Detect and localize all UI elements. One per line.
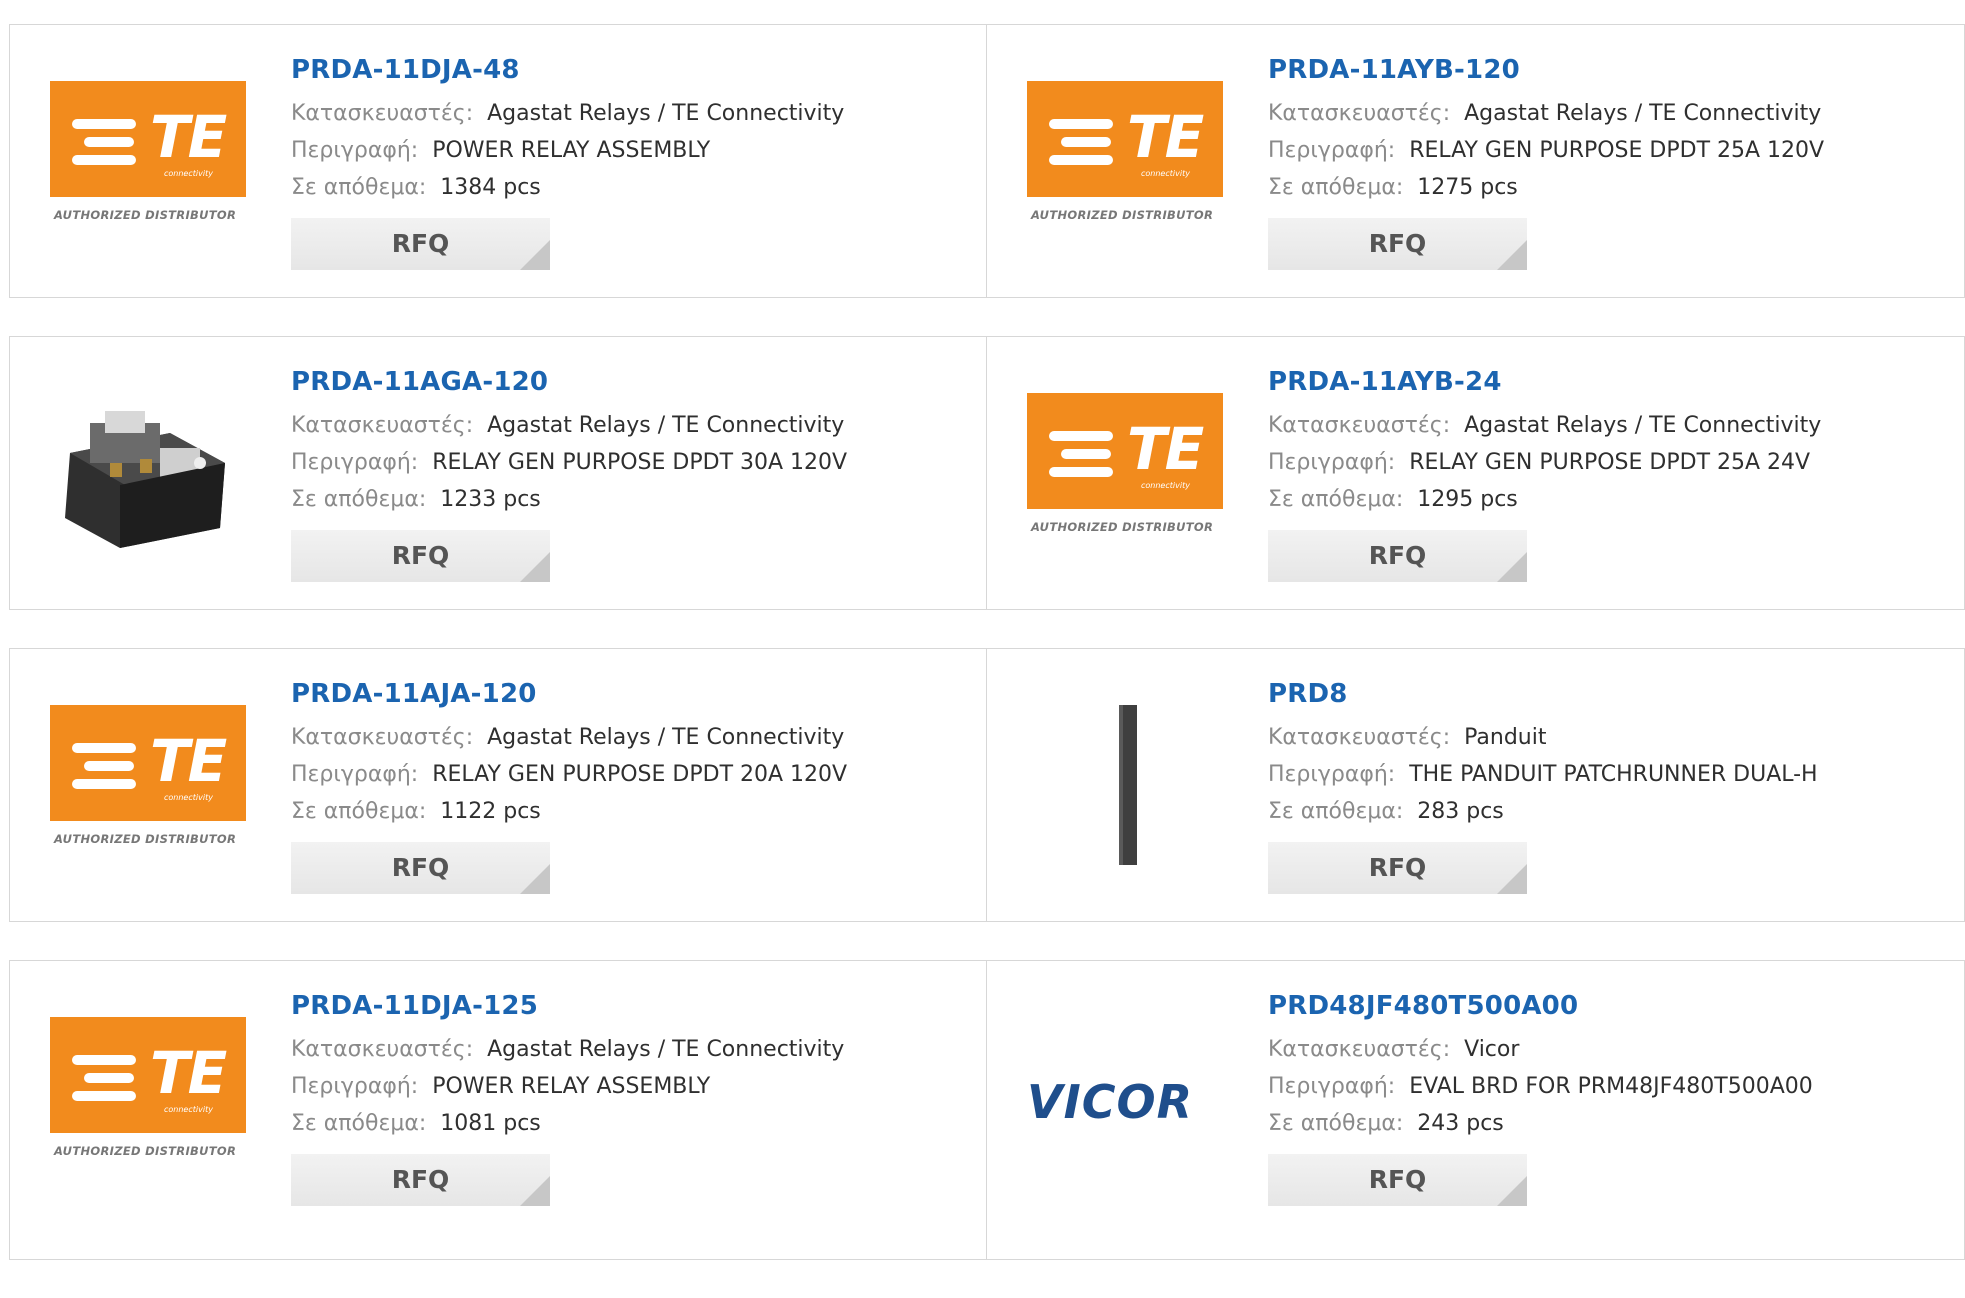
manufacturer-value: Agastat Relays / TE Connectivity: [487, 413, 845, 438]
part-number-link[interactable]: PRDA-11AYB-120: [1268, 53, 1928, 87]
description-label: Περιγραφή:: [1268, 450, 1396, 475]
rfq-button[interactable]: RFQ: [1268, 842, 1527, 894]
product-grid: TE connectivity AUTHORIZED DISTRIBUTOR P…: [9, 24, 1965, 1298]
relay-photo[interactable]: [50, 393, 250, 553]
description-label: Περιγραφή:: [291, 450, 419, 475]
manufacturer-label: Κατασκευαστές:: [291, 101, 474, 126]
stock-value: 1122 pcs: [440, 799, 541, 824]
rfq-button[interactable]: RFQ: [291, 1154, 550, 1206]
product-row: TE connectivity AUTHORIZED DISTRIBUTOR P…: [9, 24, 1965, 298]
product-card: VICOR PRD48JF480T500A00 Κατασκευαστές: Vi…: [987, 960, 1965, 1260]
patchrunner-photo[interactable]: [1027, 693, 1227, 883]
product-row: TE connectivity AUTHORIZED DISTRIBUTOR P…: [9, 960, 1965, 1260]
description-value: RELAY GEN PURPOSE DPDT 30A 120V: [432, 450, 848, 475]
description-value: RELAY GEN PURPOSE DPDT 25A 24V: [1409, 450, 1811, 475]
description-value: EVAL BRD FOR PRM48JF480T500A00: [1409, 1074, 1813, 1099]
manufacturer-label: Κατασκευαστές:: [291, 1037, 474, 1062]
te-logo[interactable]: TE connectivity AUTHORIZED DISTRIBUTOR: [50, 705, 250, 865]
product-card: PRD8 Κατασκευαστές: Panduit Περιγραφή: THE…: [987, 648, 1965, 922]
rfq-button[interactable]: RFQ: [1268, 530, 1527, 582]
stock-label: Σε απόθεμα:: [1268, 1111, 1404, 1136]
te-logo[interactable]: TE connectivity AUTHORIZED DISTRIBUTOR: [1027, 393, 1227, 553]
product-row: PRDA-11AGA-120 Κατασκευαστές: Agastat Rel…: [9, 336, 1965, 610]
manufacturer-value: Agastat Relays / TE Connectivity: [1464, 413, 1822, 438]
part-number-link[interactable]: PRD48JF480T500A00: [1268, 989, 1928, 1023]
vicor-logo[interactable]: VICOR: [1027, 1017, 1227, 1177]
product-card: TE connectivity AUTHORIZED DISTRIBUTOR P…: [9, 960, 987, 1260]
stock-label: Σε απόθεμα:: [291, 1111, 427, 1136]
te-logo[interactable]: TE connectivity AUTHORIZED DISTRIBUTOR: [1027, 81, 1227, 241]
relay-image: [65, 411, 225, 548]
part-number-link[interactable]: PRDA-11AYB-24: [1268, 365, 1928, 399]
product-row: TE connectivity AUTHORIZED DISTRIBUTOR P…: [9, 648, 1965, 922]
stock-value: 1275 pcs: [1417, 175, 1518, 200]
stock-value: 283 pcs: [1417, 799, 1504, 824]
description-label: Περιγραφή:: [291, 1074, 419, 1099]
manufacturer-label: Κατασκευαστές:: [1268, 1037, 1451, 1062]
te-logo[interactable]: TE connectivity AUTHORIZED DISTRIBUTOR: [50, 1017, 250, 1177]
stock-value: 1233 pcs: [440, 487, 541, 512]
stock-label: Σε απόθεμα:: [291, 175, 427, 200]
product-card: TE connectivity AUTHORIZED DISTRIBUTOR P…: [987, 336, 1965, 610]
stock-value: 1081 pcs: [440, 1111, 541, 1136]
patchrunner-image: [1119, 693, 1137, 883]
stock-label: Σε απόθεμα:: [291, 487, 427, 512]
product-card: TE connectivity AUTHORIZED DISTRIBUTOR P…: [9, 24, 987, 298]
rfq-button[interactable]: RFQ: [291, 530, 550, 582]
manufacturer-value: Agastat Relays / TE Connectivity: [1464, 101, 1822, 126]
description-label: Περιγραφή:: [291, 138, 419, 163]
stock-value: 1295 pcs: [1417, 487, 1518, 512]
stock-label: Σε απόθεμα:: [1268, 487, 1404, 512]
manufacturer-value: Agastat Relays / TE Connectivity: [487, 101, 845, 126]
manufacturer-label: Κατασκευαστές:: [291, 413, 474, 438]
stock-label: Σε απόθεμα:: [1268, 799, 1404, 824]
manufacturer-value: Panduit: [1464, 725, 1547, 750]
description-value: POWER RELAY ASSEMBLY: [432, 138, 711, 163]
manufacturer-value: Vicor: [1464, 1037, 1520, 1062]
stock-label: Σε απόθεμα:: [1268, 175, 1404, 200]
part-number-link[interactable]: PRDA-11DJA-48: [291, 53, 951, 87]
description-label: Περιγραφή:: [1268, 138, 1396, 163]
product-card: TE connectivity AUTHORIZED DISTRIBUTOR P…: [9, 648, 987, 922]
stock-value: 243 pcs: [1417, 1111, 1504, 1136]
manufacturer-label: Κατασκευαστές:: [1268, 101, 1451, 126]
rfq-button[interactable]: RFQ: [291, 842, 550, 894]
description-label: Περιγραφή:: [291, 762, 419, 787]
product-card: TE connectivity AUTHORIZED DISTRIBUTOR P…: [987, 24, 1965, 298]
description-value: POWER RELAY ASSEMBLY: [432, 1074, 711, 1099]
manufacturer-value: Agastat Relays / TE Connectivity: [487, 725, 845, 750]
te-logo[interactable]: TE connectivity AUTHORIZED DISTRIBUTOR: [50, 81, 250, 241]
product-card: PRDA-11AGA-120 Κατασκευαστές: Agastat Rel…: [9, 336, 987, 610]
manufacturer-label: Κατασκευαστές:: [1268, 413, 1451, 438]
rfq-button[interactable]: RFQ: [1268, 218, 1527, 270]
rfq-button[interactable]: RFQ: [291, 218, 550, 270]
description-value: RELAY GEN PURPOSE DPDT 20A 120V: [432, 762, 848, 787]
part-number-link[interactable]: PRDA-11AJA-120: [291, 677, 951, 711]
part-number-link[interactable]: PRD8: [1268, 677, 1928, 711]
description-value: RELAY GEN PURPOSE DPDT 25A 120V: [1409, 138, 1825, 163]
description-label: Περιγραφή:: [1268, 762, 1396, 787]
description-value: THE PANDUIT PATCHRUNNER DUAL-H: [1409, 762, 1818, 787]
description-label: Περιγραφή:: [1268, 1074, 1396, 1099]
rfq-button[interactable]: RFQ: [1268, 1154, 1527, 1206]
stock-value: 1384 pcs: [440, 175, 541, 200]
manufacturer-label: Κατασκευαστές:: [291, 725, 474, 750]
part-number-link[interactable]: PRDA-11AGA-120: [291, 365, 951, 399]
part-number-link[interactable]: PRDA-11DJA-125: [291, 989, 951, 1023]
manufacturer-label: Κατασκευαστές:: [1268, 725, 1451, 750]
manufacturer-value: Agastat Relays / TE Connectivity: [487, 1037, 845, 1062]
stock-label: Σε απόθεμα:: [291, 799, 427, 824]
